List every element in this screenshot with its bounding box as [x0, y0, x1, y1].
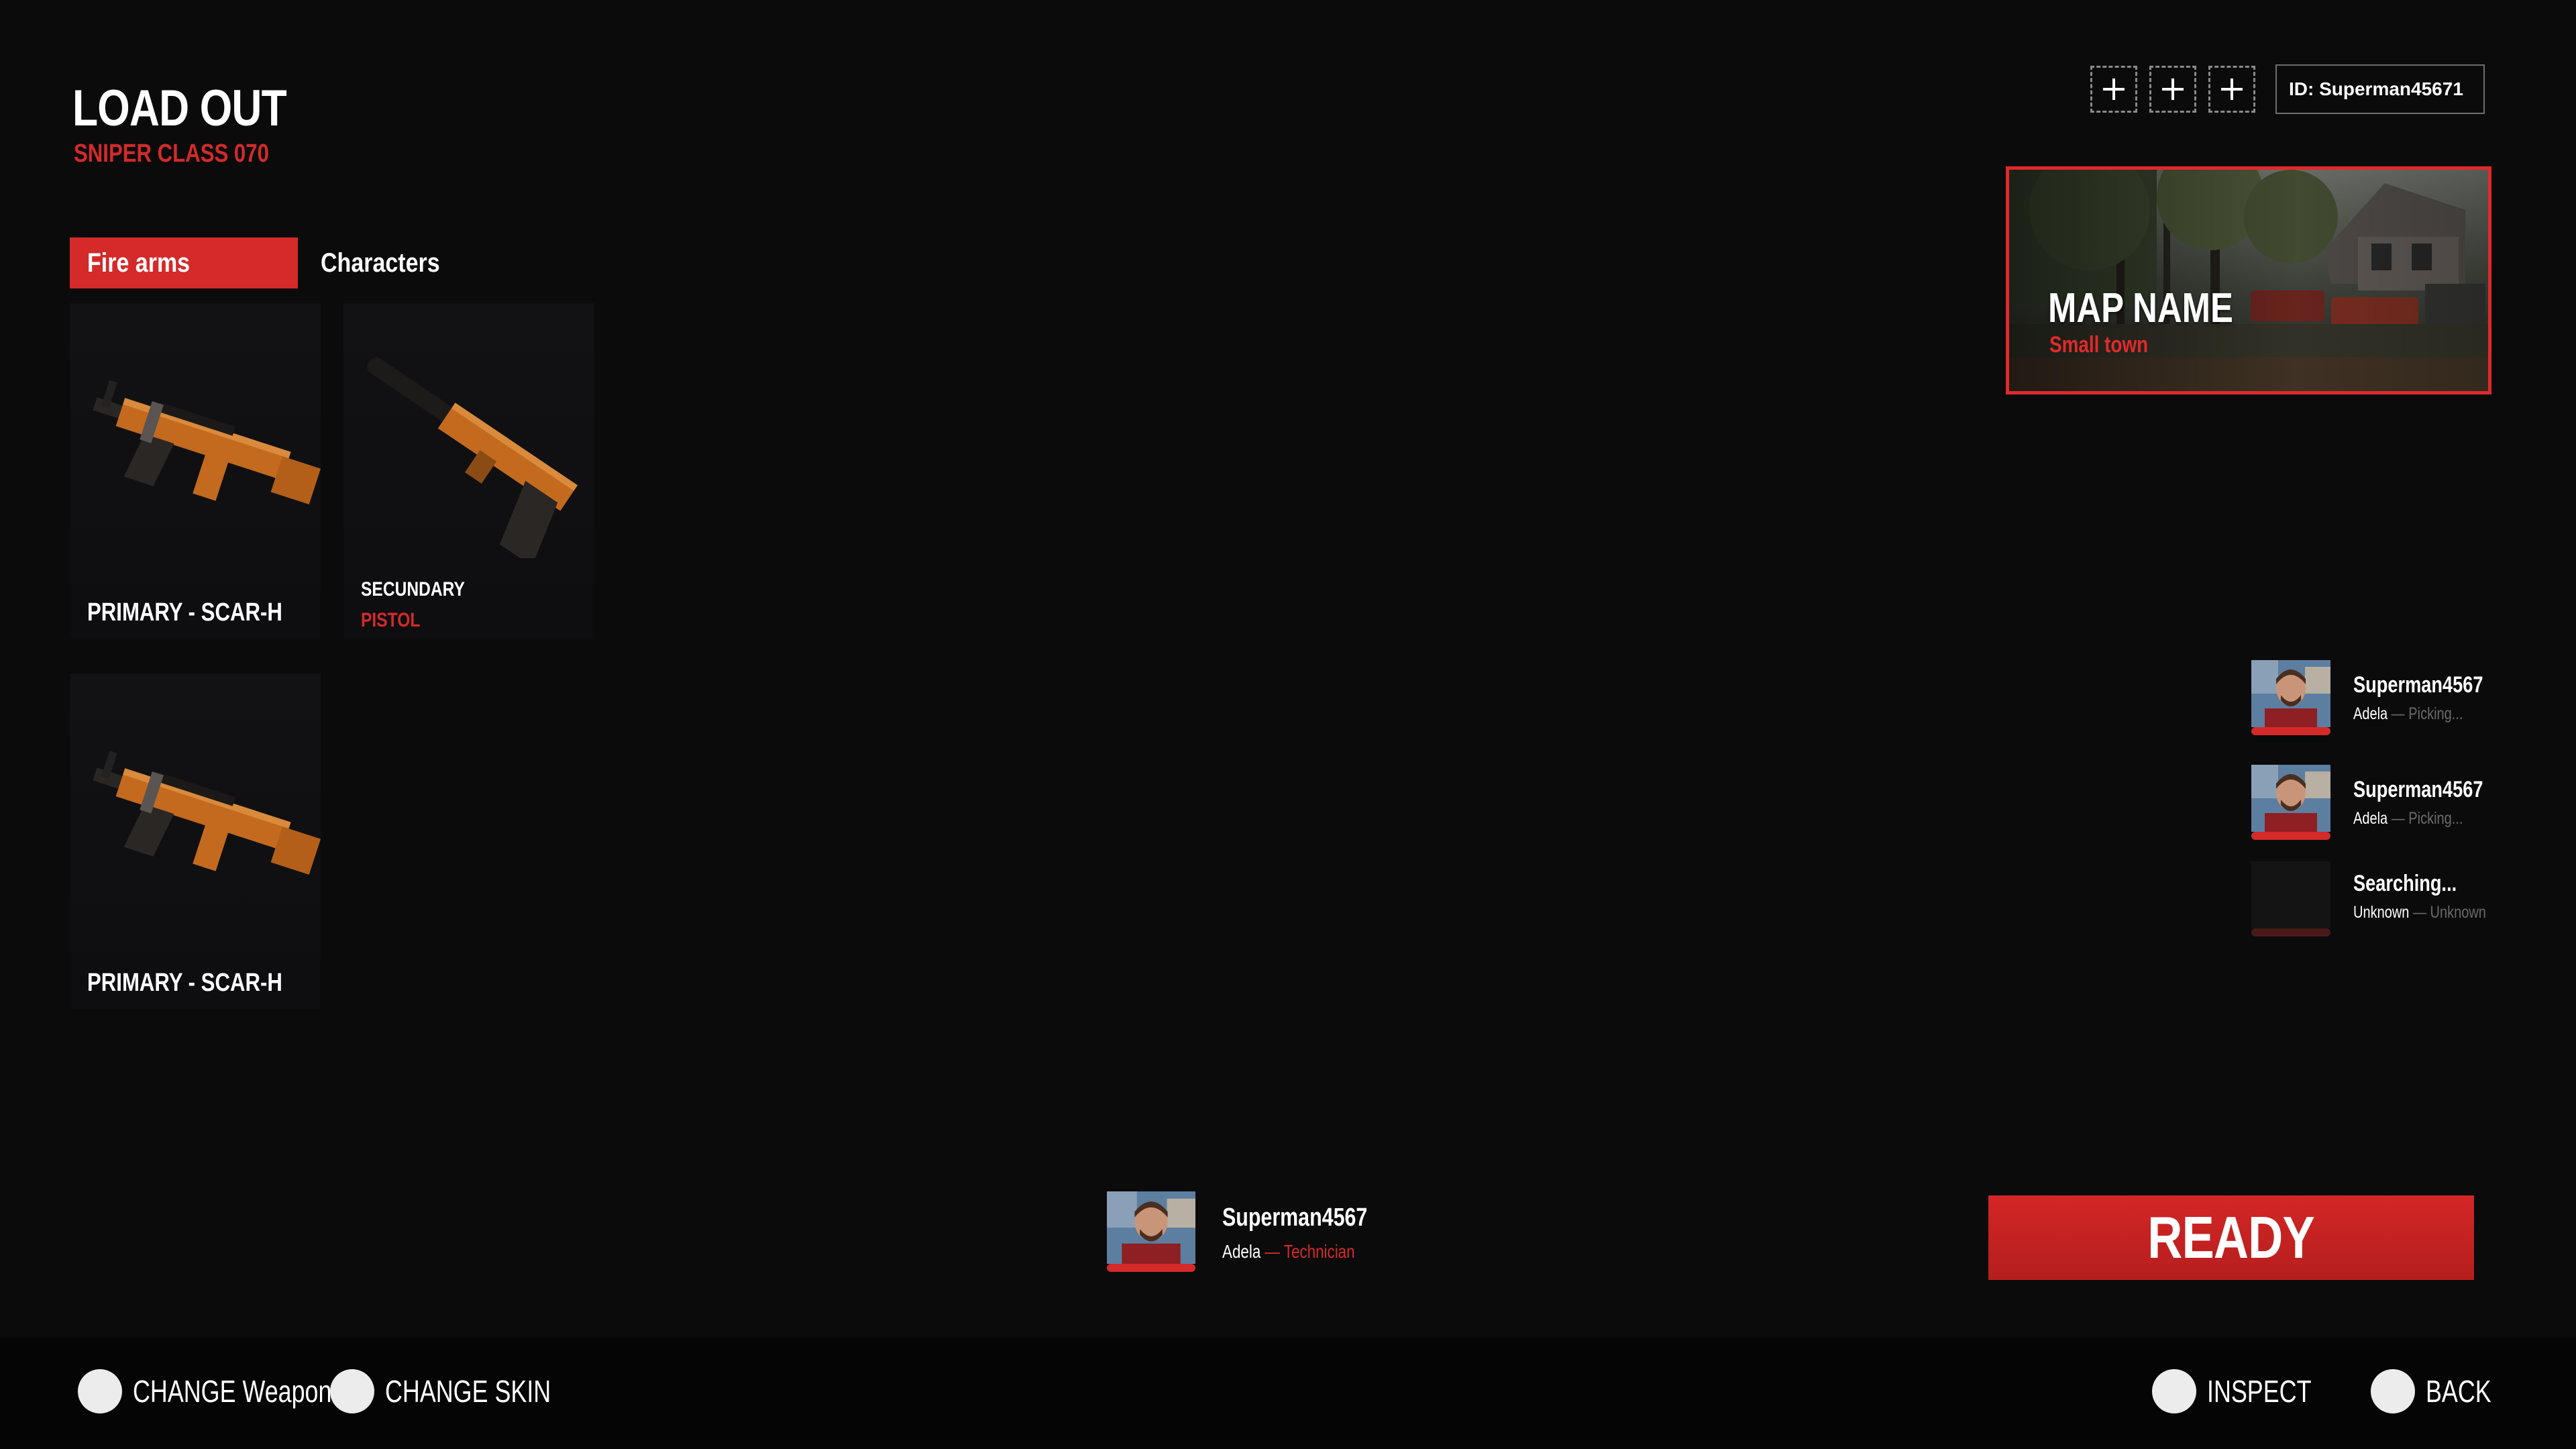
plus-icon [2162, 78, 2184, 100]
party-member-name: Superman4567 [2353, 672, 2483, 698]
weapon-card-secondary[interactable]: SECUNDARY PISTOL [343, 303, 594, 639]
party-member-meta: Unknown — Unknown [2353, 903, 2486, 922]
map-card[interactable]: MAP NAME Small town [2006, 166, 2491, 394]
tab-characters-label: Characters [321, 248, 440, 278]
loadout-class-subtitle: SNIPER CLASS 070 [74, 140, 269, 168]
local-player-card: Superman4567 Adela — Technician [1107, 1191, 1456, 1279]
weapon-card-label: SECUNDARY [361, 578, 465, 600]
party-member-searching[interactable]: Searching... Unknown — Unknown [2251, 861, 2520, 942]
scar-h-rifle-icon [93, 380, 321, 504]
ready-button-label: READY [2147, 1204, 2315, 1271]
weapon-card-label: PRIMARY - SCAR-H [87, 969, 282, 997]
weapon-card-label: PRIMARY - SCAR-H [87, 598, 282, 627]
status-bar [1107, 1264, 1195, 1272]
invite-slot-button[interactable] [2090, 66, 2137, 113]
status-bar [2251, 928, 2330, 936]
map-preview-image [2009, 170, 2488, 391]
controller-button-icon [330, 1369, 374, 1413]
tab-characters[interactable]: Characters [321, 237, 461, 288]
avatar [1107, 1191, 1195, 1264]
separator: — [2391, 704, 2405, 723]
controller-button-icon [2152, 1369, 2196, 1413]
map-subtitle: Small town [2049, 332, 2149, 358]
party-member-name: Searching... [2353, 871, 2457, 896]
invite-slot-button[interactable] [2208, 66, 2255, 113]
plus-icon [2221, 78, 2243, 100]
party-member-character: Adela [2353, 809, 2388, 828]
tab-fire-arms[interactable]: Fire arms [70, 237, 298, 288]
separator: — [2391, 809, 2405, 828]
ready-button[interactable]: READY [1988, 1195, 2474, 1280]
pistol-icon [367, 357, 578, 558]
party-member-character: Unknown [2353, 903, 2410, 922]
status-bar [2251, 832, 2330, 840]
back-hint[interactable]: BACK [2371, 1367, 2510, 1415]
change-skin-hint[interactable]: CHANGE SKIN [330, 1367, 598, 1415]
inspect-hint[interactable]: INSPECT [2152, 1367, 2341, 1415]
player-name: Superman4567 [1222, 1203, 1368, 1232]
party-member-status: Picking... [2408, 704, 2463, 723]
invite-slot-button[interactable] [2149, 66, 2196, 113]
map-name: MAP NAME [2048, 285, 2233, 331]
avatar [2251, 765, 2330, 832]
party-member[interactable]: Superman4567 Adela — Picking... [2251, 660, 2520, 741]
party-member-name: Superman4567 [2353, 777, 2483, 802]
hint-label: CHANGE Weapon [133, 1374, 332, 1409]
party-member-meta: Adela — Picking... [2353, 704, 2463, 724]
page-title: LOAD OUT [72, 80, 287, 137]
player-role: Technician [1283, 1241, 1355, 1262]
status-bar [2251, 727, 2330, 735]
hint-label: CHANGE SKIN [385, 1374, 551, 1409]
controller-button-icon [2371, 1369, 2415, 1413]
separator: — [2412, 903, 2426, 922]
weapon-card-primary[interactable]: PRIMARY - SCAR-H [70, 674, 321, 1009]
avatar-placeholder [2251, 861, 2330, 928]
controller-button-icon [78, 1369, 122, 1413]
hint-label: INSPECT [2207, 1374, 2312, 1409]
plus-icon [2103, 78, 2125, 100]
party-member-meta: Adela — Picking... [2353, 809, 2463, 828]
weapon-card-primary[interactable]: PRIMARY - SCAR-H [70, 303, 321, 639]
party-member[interactable]: Superman4567 Adela — Picking... [2251, 765, 2520, 845]
party-member-status: Unknown [2430, 903, 2486, 922]
player-character: Adela [1222, 1241, 1261, 1262]
player-meta: Adela — Technician [1222, 1241, 1355, 1263]
party-member-status: Picking... [2408, 809, 2463, 828]
player-id-box[interactable]: ID: Superman45671 [2275, 64, 2485, 114]
player-id-text: ID: Superman45671 [2289, 78, 2463, 99]
party-member-character: Adela [2353, 704, 2388, 723]
hint-label: BACK [2426, 1374, 2491, 1409]
avatar [2251, 660, 2330, 727]
weapon-card-sublabel: PISTOL [361, 609, 421, 631]
separator: — [1265, 1241, 1280, 1262]
scar-h-rifle-icon [93, 750, 321, 875]
tab-fire-arms-label: Fire arms [87, 248, 191, 278]
